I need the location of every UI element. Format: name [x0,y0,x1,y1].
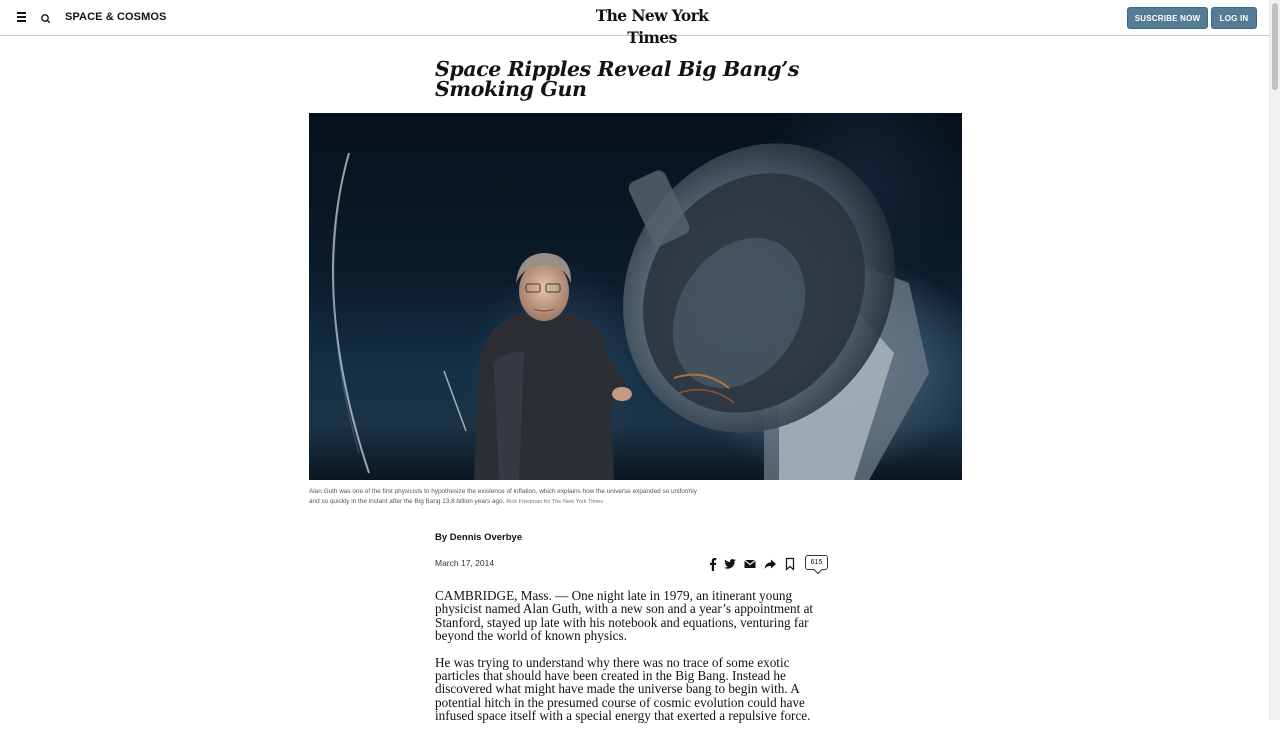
article-headline: Space Ripples Reveal Big Bang’s Smoking … [435,57,800,101]
article-body: CAMBRIDGE, Mass. — One night late in 197… [435,589,830,736]
search-icon[interactable] [40,12,52,24]
caption-text: Alan Guth was one of the first physicist… [309,488,697,505]
masthead: SPACE & COSMOS The New York Times SUSCRI… [0,0,1270,47]
facebook-icon[interactable] [706,557,720,571]
page-scrollbar[interactable] [1269,0,1280,720]
photo-caption: Alan Guth was one of the first physicist… [309,487,709,507]
bookmark-icon[interactable] [783,557,797,571]
nyt-logo[interactable]: The New York Times [586,5,718,49]
byline: By Dennis Overbye [435,532,523,543]
lead-photo [309,113,962,480]
publish-date: March 17, 2014 [435,558,495,568]
menu-icon[interactable] [17,12,26,22]
section-link[interactable]: SPACE & COSMOS [65,11,166,23]
share-icon[interactable] [763,557,777,571]
article-paragraph: CAMBRIDGE, Mass. — One night late in 197… [435,588,814,644]
subscribe-button[interactable]: SUSCRIBE NOW [1127,7,1208,29]
comments-button[interactable]: 615 [805,555,828,570]
twitter-icon[interactable] [723,557,737,571]
email-icon[interactable] [743,557,757,571]
login-button[interactable]: LOG IN [1211,7,1257,29]
scrollbar-thumb[interactable] [1272,3,1278,90]
lead-photo-scene [332,143,929,480]
article-paragraph: He was trying to understand why there wa… [435,654,811,724]
photo-credit: Rick Friedman for The New York Times [506,499,604,505]
